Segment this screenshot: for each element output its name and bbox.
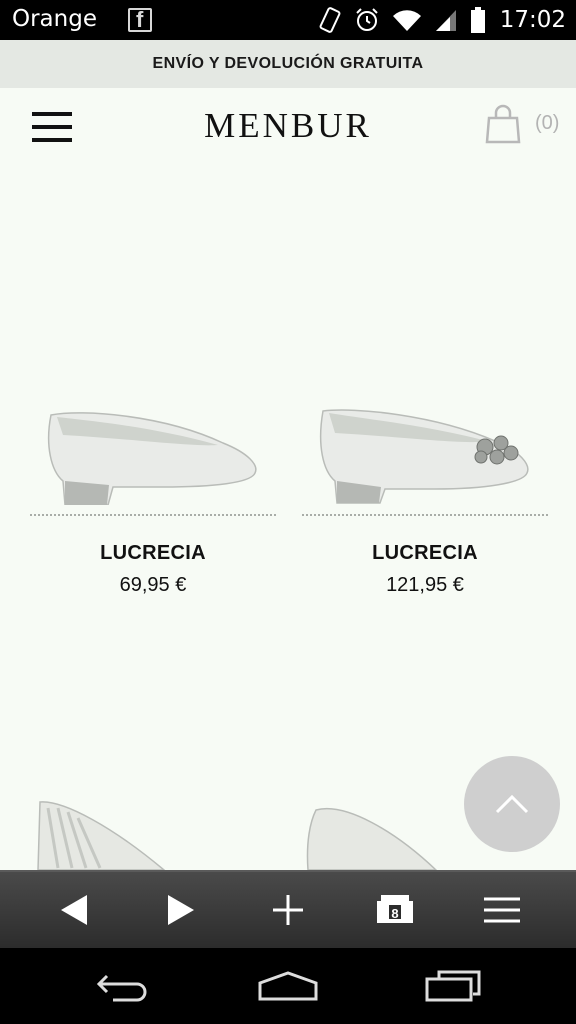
cart-count: (0) — [535, 112, 560, 134]
product-price: 69,95 € — [119, 574, 187, 596]
menu-lines-icon — [484, 897, 521, 923]
back-arrow-icon — [60, 895, 87, 925]
cart-button[interactable]: (0) — [484, 104, 564, 148]
screen-rotation-icon — [319, 7, 341, 33]
scroll-to-top-button[interactable] — [464, 756, 560, 852]
shopping-bag-icon — [485, 104, 521, 144]
new-tab-button[interactable] — [258, 880, 318, 940]
chevron-up-icon — [495, 794, 529, 814]
product-image-shoe-partial[interactable] — [306, 802, 466, 870]
home-icon — [258, 971, 318, 1001]
forward-arrow-icon — [167, 895, 194, 925]
tabs-icon: 8 — [377, 895, 414, 923]
clock: 17:02 — [499, 7, 566, 33]
system-home-button[interactable] — [248, 956, 328, 1016]
separator — [302, 514, 548, 516]
browser-toolbar: 8 — [0, 870, 576, 948]
product-card[interactable]: LUCRECIA 121,95 € — [300, 395, 550, 597]
return-arrow-icon — [96, 974, 147, 1002]
forward-button[interactable] — [151, 880, 211, 940]
alarm-icon — [355, 8, 378, 31]
svg-text:8: 8 — [392, 906, 399, 921]
promo-banner[interactable]: ENVÍO Y DEVOLUCIÓN GRATUITA — [0, 40, 576, 88]
browser-menu-button[interactable] — [472, 880, 532, 940]
signal-icon — [435, 10, 456, 31]
web-page: ENVÍO Y DEVOLUCIÓN GRATUITA MENBUR (0) L… — [0, 40, 576, 870]
product-image-shoe — [319, 409, 529, 504]
system-recents-button[interactable] — [413, 956, 493, 1016]
recent-apps-icon — [425, 970, 481, 1002]
wifi-icon — [392, 10, 421, 31]
system-back-button[interactable] — [83, 956, 163, 1016]
status-bar: Orange 17:02 — [0, 0, 576, 40]
product-card[interactable]: LUCRECIA 69,95 € — [28, 395, 278, 597]
facebook-notification-icon — [128, 7, 152, 33]
brooch-ornament — [474, 435, 519, 465]
site-header: MENBUR (0) — [0, 88, 576, 166]
tabs-button[interactable]: 8 — [365, 880, 425, 940]
battery-icon — [470, 7, 485, 33]
carrier-name: Orange — [12, 6, 97, 32]
status-icons: 17:02 — [318, 4, 566, 36]
product-price: 121,95 € — [386, 574, 464, 596]
system-nav-bar — [0, 948, 576, 1024]
separator — [30, 514, 276, 516]
plus-icon — [272, 895, 303, 925]
product-name[interactable]: LUCRECIA — [28, 542, 278, 565]
back-button[interactable] — [44, 880, 104, 940]
product-image-shoe — [47, 412, 257, 505]
product-image-shoe-partial[interactable] — [34, 798, 194, 870]
product-name[interactable]: LUCRECIA — [300, 542, 550, 565]
